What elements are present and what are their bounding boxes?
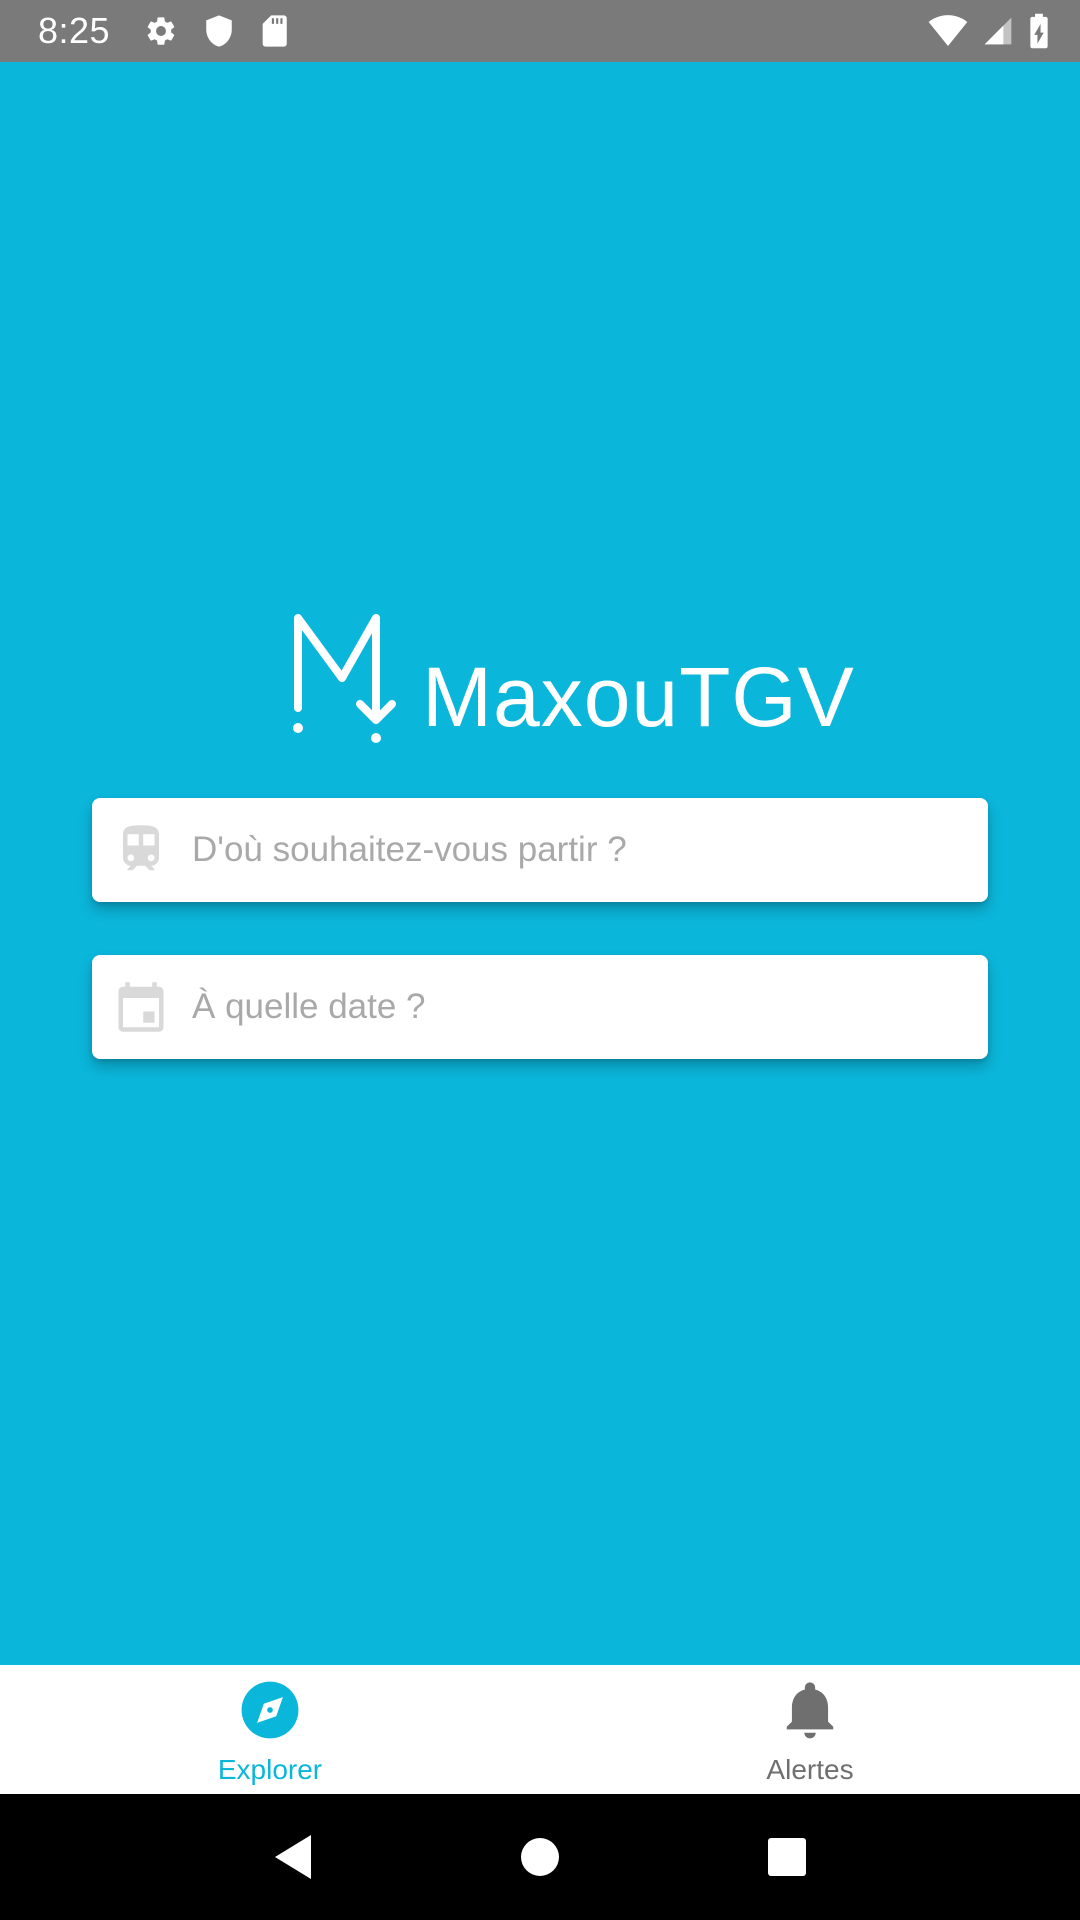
home-icon[interactable] — [500, 1817, 580, 1897]
maxou-logo-icon — [288, 612, 398, 751]
app-logo: MaxouTGV — [288, 612, 855, 751]
calendar-icon — [116, 979, 166, 1035]
nav-item-alertes[interactable]: Alertes — [540, 1665, 1080, 1794]
status-time: 8:25 — [38, 10, 111, 51]
back-icon[interactable] — [253, 1817, 333, 1897]
gear-icon — [144, 14, 178, 48]
status-bar: 8:25 — [0, 0, 1080, 62]
nav-item-explorer[interactable]: Explorer — [0, 1665, 540, 1794]
battery-charging-icon — [1028, 12, 1050, 50]
compass-icon — [239, 1679, 301, 1746]
screen: 8:25 MaxouTGV D'où souhaitez-vous partir… — [0, 0, 1080, 1920]
system-nav-bar — [0, 1794, 1080, 1920]
train-icon — [116, 822, 166, 878]
departure-field[interactable] — [92, 798, 988, 902]
cell-signal-icon — [982, 15, 1014, 47]
wifi-icon — [928, 15, 968, 47]
nav-label-alertes: Alertes — [766, 1754, 854, 1785]
nav-label-explorer: Explorer — [217, 1754, 323, 1785]
date-field[interactable] — [92, 955, 988, 1059]
date-input[interactable] — [192, 987, 952, 1027]
sd-card-icon — [260, 14, 288, 48]
recents-icon[interactable] — [747, 1817, 827, 1897]
app-name: MaxouTGV — [422, 650, 855, 744]
bottom-nav: Explorer Alertes — [0, 1665, 1080, 1794]
departure-input[interactable] — [192, 830, 952, 870]
status-left: 8:25 — [38, 10, 288, 52]
shield-icon — [204, 14, 234, 48]
status-right — [928, 12, 1050, 50]
bell-icon — [779, 1679, 841, 1746]
